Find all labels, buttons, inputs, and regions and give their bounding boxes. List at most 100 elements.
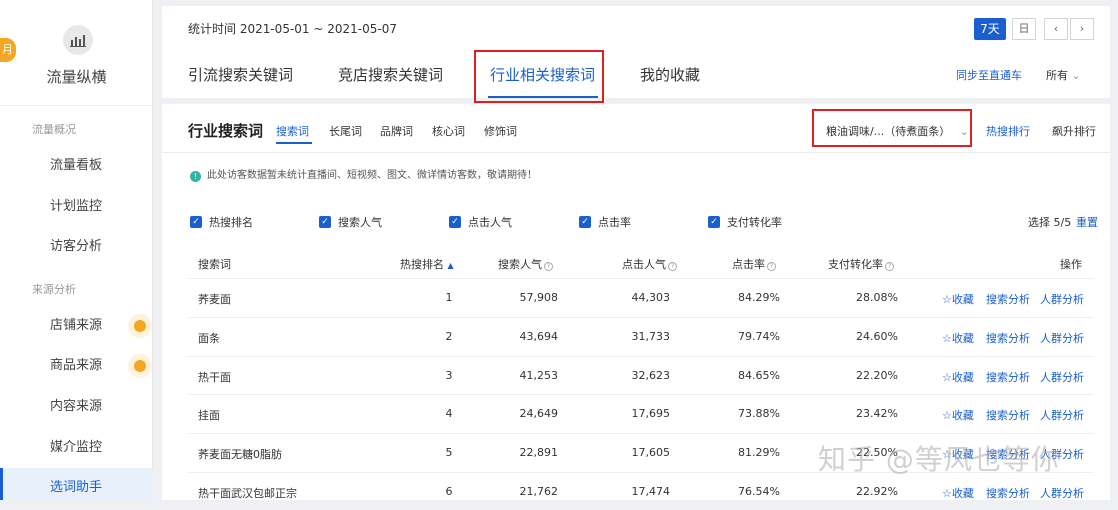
search-popularity-cell: 21,762 bbox=[519, 485, 559, 498]
section-title: 行业搜索词 bbox=[188, 122, 264, 140]
sidebar-item-traffic-board[interactable]: 流量看板 bbox=[0, 146, 153, 186]
chevron-left-icon[interactable]: ‹ bbox=[1044, 18, 1068, 40]
subtab-search-words[interactable]: 搜索词 bbox=[276, 123, 309, 139]
search-analysis-link[interactable]: 搜索分析 bbox=[986, 369, 1030, 385]
click-popularity-cell: 17,474 bbox=[631, 485, 671, 498]
day-button[interactable]: 日 bbox=[1012, 18, 1036, 40]
highlight-box bbox=[474, 50, 604, 103]
search-popularity-cell: 22,891 bbox=[519, 446, 559, 459]
table-row: 热干面 3 41,253 32,623 84.65% 22.20% ☆收藏 搜索分析 人群分析 bbox=[188, 356, 1094, 394]
side-collapse-tab[interactable]: 月 bbox=[0, 38, 16, 62]
column-header-conversion: 支付转化率? bbox=[828, 256, 894, 272]
search-analysis-link[interactable]: 搜索分析 bbox=[986, 485, 1030, 501]
tab-my-favorites[interactable]: 我的收藏 bbox=[640, 64, 700, 85]
checkbox-label: 点击率 bbox=[598, 216, 631, 229]
seven-day-button[interactable]: 7天 bbox=[974, 18, 1006, 40]
checkbox-conversion[interactable]: ✓ 支付转化率 bbox=[708, 214, 782, 230]
section-label: 来源分析 bbox=[32, 283, 76, 296]
chevron-right-icon[interactable]: › bbox=[1070, 18, 1094, 40]
conversion-cell: 23.42% bbox=[856, 407, 898, 420]
ctr-cell: 84.29% bbox=[738, 291, 780, 304]
column-header-keyword: 搜索词 bbox=[198, 258, 231, 271]
sidebar-item-product-source[interactable]: 商品来源 bbox=[0, 346, 153, 386]
checkbox-search-popularity[interactable]: ✓ 搜索人气 bbox=[319, 214, 382, 230]
help-icon[interactable]: ? bbox=[885, 262, 894, 271]
subtab-modifier[interactable]: 修饰词 bbox=[484, 123, 517, 139]
favorite-button[interactable]: ☆收藏 bbox=[942, 407, 974, 423]
table-row: 面条 2 43,694 31,733 79.74% 24.60% ☆收藏 搜索分析 人群分析 bbox=[188, 317, 1094, 355]
audience-analysis-link[interactable]: 人群分析 bbox=[1040, 407, 1084, 423]
hot-rank-cell: 2 bbox=[445, 330, 453, 343]
column-header-label: 搜索人气 bbox=[498, 258, 542, 271]
divider bbox=[162, 152, 1110, 153]
sidebar-item-keyword-assistant[interactable]: 选词助手 bbox=[0, 468, 153, 500]
checkbox-click-popularity[interactable]: ✓ 点击人气 bbox=[449, 214, 512, 230]
favorite-button[interactable]: ☆收藏 bbox=[942, 485, 974, 501]
click-popularity-cell: 31,733 bbox=[631, 330, 671, 343]
column-header-label: 点击率 bbox=[732, 258, 765, 271]
conversion-cell: 24.60% bbox=[856, 330, 898, 343]
divider bbox=[0, 105, 153, 106]
sidebar-item-plan-monitor[interactable]: 计划监控 bbox=[0, 187, 153, 227]
help-icon[interactable]: ? bbox=[668, 262, 677, 271]
favorite-button[interactable]: ☆收藏 bbox=[942, 369, 974, 385]
favorite-button[interactable]: ☆收藏 bbox=[942, 330, 974, 346]
checkbox-icon: ✓ bbox=[579, 216, 591, 228]
subtab-core[interactable]: 核心词 bbox=[432, 123, 465, 139]
subtab-brand[interactable]: 品牌词 bbox=[380, 123, 413, 139]
search-analysis-link[interactable]: 搜索分析 bbox=[986, 291, 1030, 307]
notice-label: 此处访客数据暂未统计直播间、短视频、图文、微详情访客数，敬请期待！ bbox=[207, 170, 537, 181]
sidebar-item-media-monitor[interactable]: 媒介监控 bbox=[0, 428, 153, 468]
favorite-button[interactable]: ☆收藏 bbox=[942, 291, 974, 307]
checkbox-icon: ✓ bbox=[449, 216, 461, 228]
conversion-cell: 22.92% bbox=[856, 485, 898, 498]
audience-analysis-link[interactable]: 人群分析 bbox=[1040, 369, 1084, 385]
checkbox-ctr[interactable]: ✓ 点击率 bbox=[579, 214, 631, 230]
chart-icon bbox=[63, 25, 93, 55]
help-icon[interactable]: ? bbox=[544, 262, 553, 271]
audience-analysis-link[interactable]: 人群分析 bbox=[1040, 330, 1084, 346]
rise-sort-link[interactable]: 飙升排行 bbox=[1052, 123, 1096, 139]
subtab-longtail[interactable]: 长尾词 bbox=[329, 123, 362, 139]
conversion-cell: 28.08% bbox=[856, 291, 898, 304]
search-analysis-link[interactable]: 搜索分析 bbox=[986, 330, 1030, 346]
checkbox-icon: ✓ bbox=[190, 216, 202, 228]
click-popularity-cell: 17,695 bbox=[631, 407, 671, 420]
search-analysis-link[interactable]: 搜索分析 bbox=[986, 407, 1030, 423]
audience-analysis-link[interactable]: 人群分析 bbox=[1040, 485, 1084, 501]
selection-count: 选择 5/5 bbox=[1028, 216, 1072, 229]
audience-analysis-link[interactable]: 人群分析 bbox=[1040, 291, 1084, 307]
hot-rank-cell: 4 bbox=[445, 407, 453, 420]
hot-sort-link[interactable]: 热搜排行 bbox=[986, 123, 1030, 139]
sort-icon: ▲ bbox=[447, 261, 454, 270]
sidebar-item-visitor-analysis[interactable]: 访客分析 bbox=[0, 227, 153, 267]
tab-competitor-keywords[interactable]: 竞店搜索关键词 bbox=[338, 64, 443, 85]
checkbox-icon: ✓ bbox=[708, 216, 720, 228]
conversion-cell: 22.20% bbox=[856, 369, 898, 382]
highlight-box bbox=[812, 109, 972, 147]
help-icon[interactable]: ? bbox=[767, 262, 776, 271]
sidebar-item-label: 店铺来源 bbox=[50, 318, 103, 333]
hot-rank-cell: 5 bbox=[445, 446, 453, 459]
watermark: 知乎 @等风也等你 bbox=[818, 443, 1060, 476]
search-popularity-cell: 41,253 bbox=[519, 369, 559, 382]
filter-value: 所有 bbox=[1046, 69, 1068, 82]
checkbox-hot-rank[interactable]: ✓ 热搜排名 bbox=[190, 214, 253, 230]
column-header-label: 支付转化率 bbox=[828, 258, 883, 271]
column-header-ctr: 点击率? bbox=[732, 256, 776, 272]
keyword-cell: 热干面 bbox=[198, 371, 231, 384]
sidebar-item-shop-source[interactable]: 店铺来源 bbox=[0, 306, 153, 346]
reset-link[interactable]: 重置 bbox=[1076, 214, 1098, 230]
column-header-hot-rank[interactable]: 热搜排名 ▲ bbox=[400, 256, 454, 272]
keyword-cell: 挂面 bbox=[198, 409, 220, 422]
active-subtab-indicator bbox=[276, 142, 312, 144]
ctr-cell: 73.88% bbox=[738, 407, 780, 420]
table-row: 荞麦面 1 57,908 44,303 84.29% 28.08% ☆收藏 搜索分析 人群分析 bbox=[188, 278, 1094, 316]
sidebar-item-content-source[interactable]: 内容来源 bbox=[0, 387, 153, 427]
column-header-label: 点击人气 bbox=[622, 258, 666, 271]
sync-to-ztc-link[interactable]: 同步至直通车 bbox=[956, 67, 1022, 83]
filter-dropdown[interactable]: 所有 ⌄ bbox=[1046, 67, 1081, 83]
hot-rank-cell: 6 bbox=[445, 485, 453, 498]
tab-traffic-keywords[interactable]: 引流搜索关键词 bbox=[188, 64, 293, 85]
ctr-cell: 81.29% bbox=[738, 446, 780, 459]
